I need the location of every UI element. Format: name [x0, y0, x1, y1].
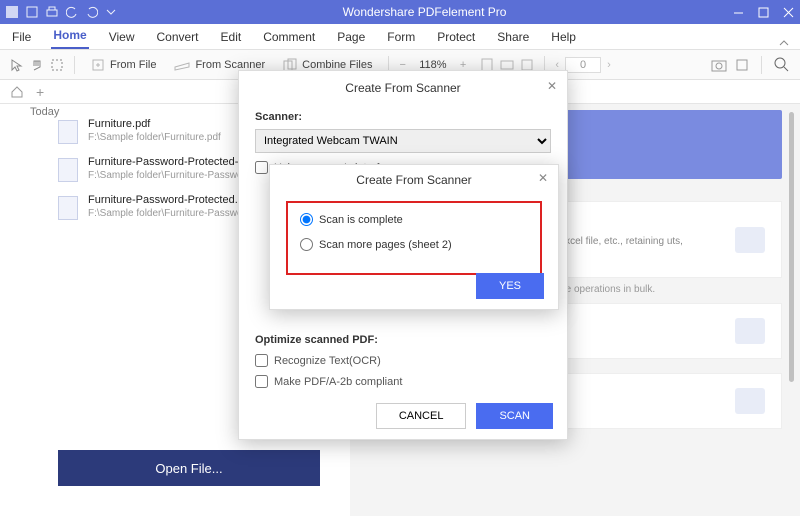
scanner-icon	[174, 59, 190, 71]
yes-button[interactable]: YES	[476, 273, 544, 299]
redo-icon[interactable]	[86, 6, 98, 18]
close-icon[interactable]	[783, 7, 794, 18]
from-file-button[interactable]: From File	[85, 56, 162, 74]
scan-button[interactable]: SCAN	[476, 403, 553, 429]
menu-view[interactable]: View	[107, 26, 137, 49]
menu-help[interactable]: Help	[549, 26, 578, 49]
search-icon[interactable]	[774, 57, 790, 73]
menu-share[interactable]: Share	[495, 26, 531, 49]
dialog-close-button[interactable]: ✕	[538, 171, 548, 185]
dialog-title: Create From Scanner	[345, 81, 460, 95]
file-path: F:\Sample folder\Furniture.pdf	[88, 132, 221, 143]
recent-today-label: Today	[30, 106, 59, 118]
scan-more-radio[interactable]	[300, 238, 313, 251]
page-number[interactable]: 0	[565, 57, 601, 73]
camera-icon[interactable]	[711, 58, 727, 72]
zoom-level: 118%	[416, 59, 450, 71]
app-logo-icon	[6, 6, 18, 18]
dialog-title: Create From Scanner	[356, 173, 471, 187]
scanner-label: Scanner:	[255, 111, 302, 123]
maximize-icon[interactable]	[758, 7, 769, 18]
pdf-file-icon	[58, 196, 78, 220]
new-tab-button[interactable]: +	[36, 84, 44, 100]
home-tab-icon[interactable]	[10, 85, 24, 99]
file-path: F:\Sample folder\Furniture-Password	[88, 170, 252, 181]
convert-icon	[735, 227, 765, 253]
menubar: File Home View Convert Edit Comment Page…	[0, 24, 800, 50]
dropdown-icon[interactable]	[106, 7, 116, 17]
zoom-out-button[interactable]: −	[399, 59, 405, 71]
scan-more-label: Scan more pages (sheet 2)	[319, 239, 452, 251]
menu-form[interactable]: Form	[385, 26, 417, 49]
menu-comment[interactable]: Comment	[261, 26, 317, 49]
ocr-checkbox[interactable]	[255, 354, 268, 367]
undo-icon[interactable]	[66, 6, 78, 18]
file-name: Furniture-Password-Protected.pd	[88, 194, 251, 206]
scanner-select[interactable]: Integrated Webcam TWAIN	[255, 129, 551, 153]
menu-page[interactable]: Page	[335, 26, 367, 49]
highlighted-options: Scan is complete Scan more pages (sheet …	[286, 201, 542, 275]
open-file-button[interactable]: Open File...	[58, 450, 320, 486]
collapse-ribbon-icon[interactable]	[778, 37, 790, 49]
minimize-icon[interactable]	[733, 7, 744, 18]
combine-card-icon	[735, 318, 765, 344]
from-file-icon	[91, 58, 105, 72]
zoom-in-button[interactable]: +	[460, 59, 466, 71]
pointer-icon[interactable]	[10, 58, 24, 72]
from-scanner-label: From Scanner	[195, 59, 265, 71]
from-file-label: From File	[110, 59, 156, 71]
scrollbar[interactable]	[789, 112, 794, 382]
optimize-label: Optimize scanned PDF:	[255, 334, 551, 346]
menu-file[interactable]: File	[10, 26, 33, 49]
dialog-close-button[interactable]: ✕	[547, 79, 557, 93]
scan-complete-label: Scan is complete	[319, 214, 403, 226]
menu-home[interactable]: Home	[51, 24, 88, 49]
pdfa-label: Make PDF/A-2b compliant	[274, 376, 402, 388]
next-page-button[interactable]: ›	[607, 59, 611, 71]
use-interface-checkbox[interactable]	[255, 161, 268, 174]
file-path: F:\Sample folder\Furniture-Password	[88, 208, 251, 219]
menu-convert[interactable]: Convert	[154, 26, 200, 49]
ocr-label: Recognize Text(OCR)	[274, 355, 381, 367]
print-icon[interactable]	[46, 6, 58, 18]
pdf-file-icon	[58, 158, 78, 182]
hand-icon[interactable]	[30, 58, 44, 72]
titlebar: Wondershare PDFelement Pro	[0, 0, 800, 24]
select-icon[interactable]	[50, 58, 64, 72]
note-icon[interactable]	[735, 58, 749, 72]
menu-protect[interactable]: Protect	[435, 26, 477, 49]
pdf-file-icon	[58, 120, 78, 144]
cancel-button[interactable]: CANCEL	[376, 403, 467, 429]
save-icon[interactable]	[26, 6, 38, 18]
menu-edit[interactable]: Edit	[219, 26, 244, 49]
scan-complete-dialog: Create From Scanner ✕ Scan is complete S…	[269, 164, 559, 310]
prev-page-button[interactable]: ‹	[555, 59, 559, 71]
combine-label: Combine Files	[302, 59, 372, 71]
templates-icon	[735, 388, 765, 414]
pdfa-checkbox[interactable]	[255, 375, 268, 388]
file-name: Furniture-Password-Protected-Co	[88, 156, 252, 168]
scan-complete-radio[interactable]	[300, 213, 313, 226]
file-name: Furniture.pdf	[88, 118, 221, 130]
app-title: Wondershare PDFelement Pro	[116, 5, 733, 19]
open-file-label: Open File...	[155, 461, 222, 476]
